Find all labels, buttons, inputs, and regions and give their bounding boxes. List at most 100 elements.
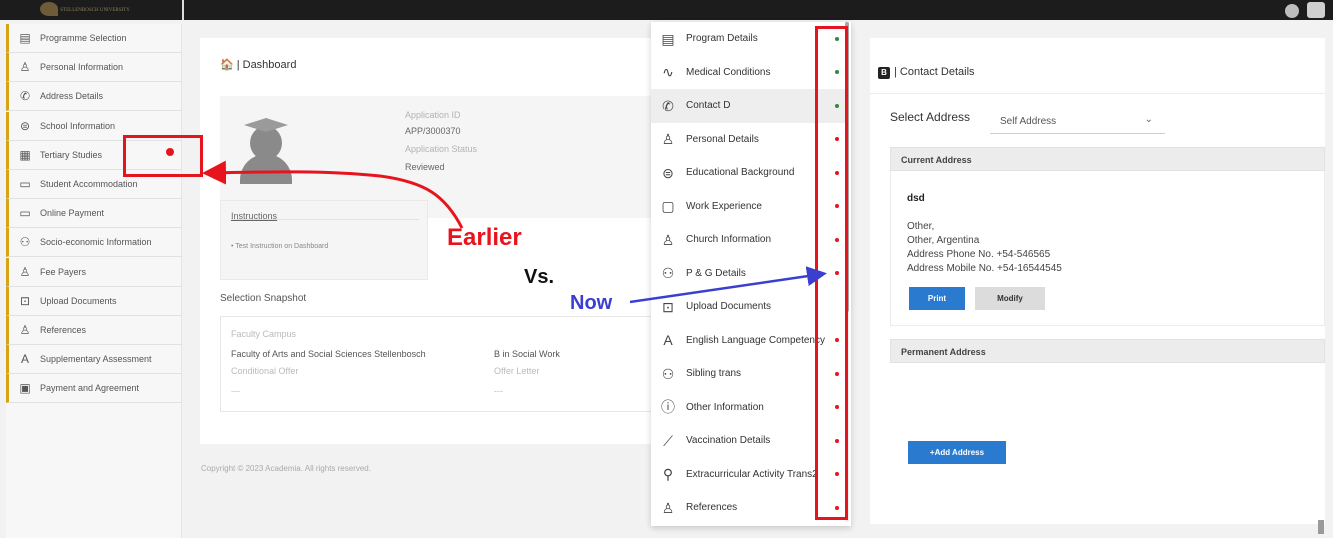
- sidebar-item[interactable]: ⊡ Upload Documents: [6, 286, 182, 316]
- home-icon[interactable]: 🏠: [220, 59, 234, 71]
- siblings-icon: ⚇: [661, 365, 675, 382]
- document-icon: ▤: [661, 30, 675, 47]
- syringe-icon: ⟋: [663, 432, 673, 449]
- sidebar: ▤ Programme Selection ♙ Personal Informatio…: [6, 24, 182, 538]
- divider: [231, 219, 419, 220]
- earlier-status-dot: [166, 148, 174, 156]
- people-icon: ⚇: [19, 235, 31, 250]
- address-select[interactable]: Self Address ⌄: [990, 106, 1165, 134]
- sidebar-item-label: Payment and Agreement: [40, 383, 140, 394]
- dashboard-card: 🏠 | Dashboard Application ID APP/3000370 …: [200, 38, 660, 444]
- address-line-2: Other, Argentina: [907, 235, 980, 246]
- sidebar-item-label: Address Details: [40, 91, 104, 102]
- menu-item-label: Upload Documents: [686, 301, 772, 313]
- info-icon: ⓘ: [661, 399, 675, 416]
- copyright: Copyright © 2023 Academia. All rights re…: [201, 464, 371, 473]
- faculty-campus-value: Faculty of Arts and Social Sciences Stel…: [231, 349, 426, 359]
- medical-icon: ∿: [662, 64, 674, 81]
- sidebar-item[interactable]: ▭ Online Payment: [6, 199, 182, 229]
- person-list-icon: ♙: [661, 231, 675, 248]
- current-address-card: dsd Other, Other, Argentina Address Phon…: [890, 171, 1325, 326]
- menu-item-label: Church Information: [686, 234, 772, 246]
- address-phone: Address Phone No. +54-546565: [907, 249, 1051, 260]
- page-title: 🏠 | Dashboard: [220, 59, 297, 71]
- logo-text: STELLENBOSCH UNIVERSITY: [60, 8, 130, 14]
- payer-icon: ♙: [19, 264, 31, 279]
- contact-book-icon: B: [878, 67, 890, 79]
- sidebar-item[interactable]: ♙ Personal Information: [6, 53, 182, 83]
- address-mobile: Address Mobile No. +54-16544545: [907, 263, 1062, 274]
- permanent-address-header: Permanent Address: [890, 339, 1325, 363]
- menu-item-label: Work Experience: [686, 200, 762, 212]
- sidebar-item-label: Personal Information: [40, 62, 124, 73]
- screen: STELLENBOSCH UNIVERSITY ▤ Programme Selec…: [0, 0, 1333, 538]
- graduation-cap-icon: ⊜: [19, 118, 31, 133]
- sidebar-item-label: Fee Payers: [40, 266, 87, 277]
- menu-toggle-icon[interactable]: [1307, 2, 1325, 18]
- document-icon: ▤: [19, 31, 31, 45]
- sidebar-item[interactable]: ▤ Programme Selection: [6, 24, 182, 53]
- add-address-button[interactable]: +Add Address: [908, 441, 1006, 464]
- offer-letter-value: ---: [494, 386, 503, 396]
- sidebar-item-label: Online Payment: [40, 208, 105, 219]
- contact-details-header: B | Contact Details: [878, 66, 975, 79]
- application-status-label: Application Status: [405, 144, 478, 154]
- earlier-label: Earlier: [447, 224, 522, 251]
- references-icon: ♙: [661, 499, 675, 516]
- sidebar-item-label: Upload Documents: [40, 295, 117, 306]
- address-name: dsd: [907, 193, 925, 204]
- menu-item-label: Other Information: [686, 401, 764, 413]
- sidebar-item-label: Programme Selection: [40, 33, 127, 43]
- person-list-icon: ♙: [661, 131, 675, 148]
- instructions-panel: Instructions • Test Instruction on Dashb…: [220, 200, 428, 280]
- sidebar-item[interactable]: ⚇ Socio-economic Information: [6, 228, 182, 258]
- divider: [870, 93, 1325, 94]
- sidebar-item-label: Socio-economic Information: [40, 237, 152, 248]
- page-scrollbar[interactable]: [1318, 520, 1324, 534]
- sidebar-item-label: Student Accommodation: [40, 179, 138, 189]
- application-id-value: APP/3000370: [405, 126, 461, 136]
- programme-value: B in Social Work: [494, 349, 560, 359]
- sidebar-item[interactable]: ♙ References: [6, 316, 182, 345]
- upload-folder-icon: ⊡: [662, 298, 674, 315]
- menu-item-label: Medical Conditions: [686, 66, 771, 78]
- sidebar-item-label: References: [40, 325, 87, 335]
- offer-letter-label: Offer Letter: [494, 366, 540, 376]
- user-avatar-icon[interactable]: [1285, 4, 1299, 18]
- selection-snapshot: Faculty Campus Faculty of Arts and Socia…: [220, 316, 660, 412]
- sidebar-item[interactable]: A Supplementary Assessment: [6, 345, 182, 375]
- now-highlight-box: [815, 26, 848, 520]
- sidebar-item-label: Tertiary Studies: [40, 149, 103, 160]
- page-title-text: Dashboard: [242, 59, 297, 71]
- chevron-down-icon: ⌄: [1144, 114, 1153, 125]
- person-list-icon: ♙: [19, 60, 31, 75]
- print-button[interactable]: Print: [909, 287, 965, 310]
- upload-folder-icon: ⊡: [19, 293, 31, 308]
- agreement-icon: ▣: [19, 381, 31, 396]
- assessment-icon: A: [20, 352, 29, 367]
- contact-details-title: Contact Details: [899, 66, 975, 78]
- references-icon: ♙: [19, 323, 31, 337]
- faculty-campus-label: Faculty Campus: [231, 329, 297, 339]
- menu-item-label: Sibling trans: [686, 368, 742, 380]
- modify-button[interactable]: Modify: [975, 287, 1045, 310]
- menu-item-label: Extracurricular Activity Trans2: [686, 468, 818, 480]
- sidebar-item-label: Supplementary Assessment: [40, 354, 152, 365]
- menu-item-label: Personal Details: [686, 133, 759, 145]
- sidebar-item[interactable]: ✆ Address Details: [6, 82, 182, 112]
- menu-item-label: Vaccination Details: [686, 435, 771, 447]
- logo-mark-icon: [40, 2, 58, 16]
- menu-item-label: References: [686, 502, 738, 514]
- sidebar-item[interactable]: ▣ Payment and Agreement: [6, 374, 182, 404]
- sidebar-item[interactable]: ♙ Fee Payers: [6, 257, 182, 287]
- select-address-label: Select Address: [890, 110, 971, 124]
- graduate-avatar-icon: [234, 108, 298, 184]
- selection-snapshot-title: Selection Snapshot: [220, 293, 307, 304]
- briefcase-icon: ▢: [661, 198, 675, 215]
- activity-icon: ⚲: [662, 466, 674, 483]
- menu-item-label: Contact D: [686, 100, 731, 112]
- menu-item-label: P & G Details: [686, 267, 746, 279]
- building-icon: ▦: [19, 147, 31, 162]
- instruction-item: • Test Instruction on Dashboard: [231, 243, 329, 250]
- top-bar: STELLENBOSCH UNIVERSITY: [0, 0, 1333, 20]
